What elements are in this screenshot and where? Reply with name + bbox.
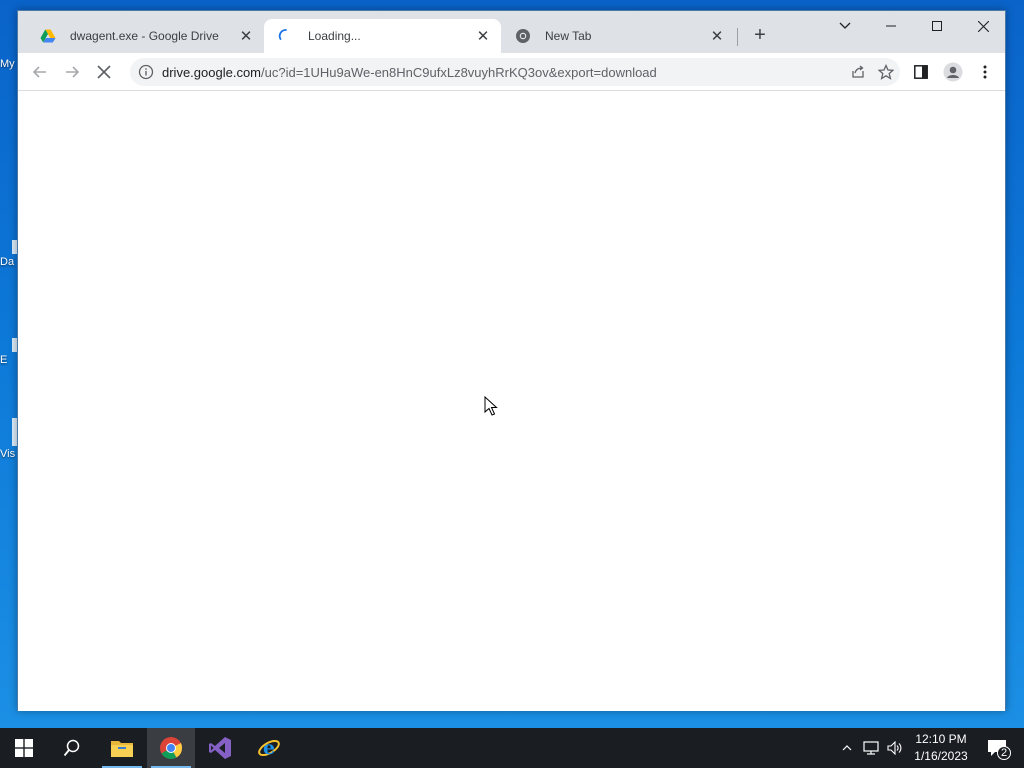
tab-new-tab[interactable]: New Tab ✕	[501, 19, 735, 53]
side-panel-button[interactable]	[907, 58, 935, 86]
back-arrow-icon	[32, 66, 46, 78]
clock-date: 1/16/2023	[914, 749, 968, 763]
tab-title: New Tab	[545, 29, 592, 43]
forward-button[interactable]	[58, 58, 86, 86]
back-button[interactable]	[26, 58, 54, 86]
google-drive-icon	[40, 29, 56, 43]
desktop-icon-fragment-1[interactable]: My	[0, 58, 18, 70]
close-icon	[977, 20, 989, 32]
new-tab-button[interactable]: +	[750, 25, 770, 45]
tab-search-button[interactable]	[822, 11, 868, 41]
notification-count-badge: 2	[997, 746, 1011, 760]
kebab-menu-icon	[983, 65, 987, 79]
browser-window: dwagent.exe - Google Drive ✕ Loading... …	[17, 10, 1006, 711]
clock-time: 12:10 PM	[915, 732, 967, 746]
show-hidden-icons-button[interactable]	[838, 728, 856, 768]
avatar-icon	[943, 62, 963, 82]
tab-separator	[737, 28, 738, 46]
tab-loading[interactable]: Loading... ✕	[264, 19, 501, 53]
tab-close-icon[interactable]: ✕	[238, 28, 254, 45]
search-button[interactable]	[48, 728, 96, 768]
share-button[interactable]	[844, 58, 872, 86]
chevron-down-icon	[839, 22, 851, 29]
stop-loading-button[interactable]	[90, 58, 118, 86]
search-icon	[63, 739, 80, 757]
visual-studio-button[interactable]	[196, 728, 244, 768]
menu-button[interactable]	[971, 58, 999, 86]
url-path: /uc?id=1UHu9aWe-en8HnC9ufxLz8vuyhRrKQ3ov…	[261, 64, 657, 80]
chrome-taskbar-button[interactable]	[147, 728, 195, 768]
chevron-up-icon	[842, 745, 852, 751]
desktop-icon-label: My	[0, 58, 15, 70]
taskbar-clock[interactable]: 12:10 PM 1/16/2023	[908, 731, 974, 765]
side-panel-icon	[914, 65, 928, 79]
network-icon	[863, 741, 879, 755]
address-bar[interactable]: drive.google.com/uc?id=1UHu9aWe-en8HnC9u…	[130, 58, 900, 86]
tab-strip: dwagent.exe - Google Drive ✕ Loading... …	[18, 11, 1005, 53]
stop-icon	[97, 65, 111, 79]
tab-title: Loading...	[308, 29, 361, 43]
taskbar: e 12:10 PM 1/16/2023 2	[0, 728, 1024, 768]
tab-close-icon[interactable]: ✕	[475, 28, 491, 45]
tab-title: dwagent.exe - Google Drive	[70, 29, 219, 43]
url-host: drive.google.com	[162, 64, 261, 80]
forward-arrow-icon	[66, 66, 80, 78]
desktop-icon-label: Vis	[0, 448, 16, 460]
minimize-button[interactable]	[868, 11, 914, 41]
desktop-icon-fragment-2[interactable]: Da	[0, 240, 18, 268]
desktop-icon-fragment-4[interactable]: Vis	[0, 418, 18, 460]
volume-icon	[887, 741, 902, 755]
visual-studio-icon	[209, 737, 231, 759]
maximize-icon	[932, 21, 942, 31]
desktop-icon-label: E	[0, 354, 8, 366]
internet-explorer-button[interactable]: e	[245, 728, 293, 768]
notification-center-button[interactable]: 2	[980, 728, 1014, 768]
mouse-cursor-icon	[484, 396, 498, 416]
network-button[interactable]	[860, 728, 882, 768]
star-icon	[878, 64, 894, 80]
chrome-icon	[160, 737, 183, 759]
info-icon[interactable]	[138, 64, 154, 80]
share-icon	[852, 65, 864, 78]
desktop-icon-label: Da	[0, 256, 15, 268]
browser-toolbar: drive.google.com/uc?id=1UHu9aWe-en8HnC9u…	[18, 53, 1005, 91]
url-text[interactable]: drive.google.com/uc?id=1UHu9aWe-en8HnC9u…	[162, 65, 844, 80]
file-explorer-button[interactable]	[98, 728, 146, 768]
desktop-icon-fragment-3[interactable]: E	[0, 338, 18, 366]
profile-button[interactable]	[939, 58, 967, 86]
maximize-button[interactable]	[914, 11, 960, 41]
close-window-button[interactable]	[960, 11, 1006, 41]
file-explorer-icon	[111, 741, 133, 757]
page-content	[18, 91, 1005, 711]
internet-explorer-icon: e	[258, 737, 280, 759]
svg-text:e: e	[263, 737, 275, 759]
start-button[interactable]	[0, 728, 48, 768]
loading-spinner-icon	[278, 29, 287, 40]
tab-google-drive[interactable]: dwagent.exe - Google Drive ✕	[26, 19, 264, 53]
chrome-icon	[516, 29, 530, 43]
minimize-icon	[886, 25, 896, 27]
volume-button[interactable]	[884, 728, 906, 768]
bookmark-button[interactable]	[872, 58, 900, 86]
tab-close-icon[interactable]: ✕	[709, 28, 725, 45]
start-icon	[15, 739, 33, 757]
